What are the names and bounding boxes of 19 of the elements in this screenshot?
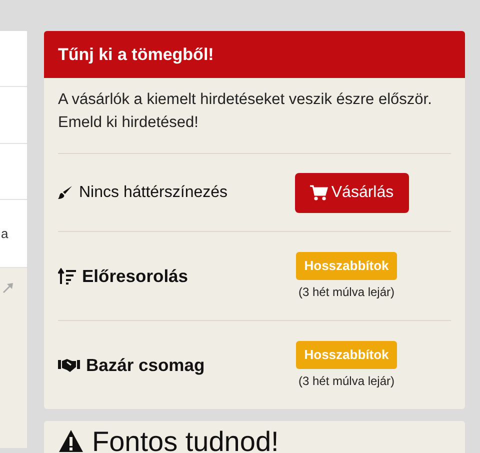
option-label: Előresorolás xyxy=(82,264,188,288)
expiry-note: (3 hét múlva lejár) xyxy=(298,372,395,390)
list-row xyxy=(0,87,27,144)
arrow-icon xyxy=(2,282,14,294)
sort-icon xyxy=(58,268,76,284)
row-text: a xyxy=(1,224,8,243)
cart-icon xyxy=(310,184,328,200)
handshake-icon xyxy=(58,358,80,372)
list-row xyxy=(0,31,27,87)
buy-button[interactable]: Vásárlás xyxy=(295,172,409,212)
card-title: Fontos tudnod! xyxy=(92,425,279,453)
brush-icon xyxy=(58,185,73,200)
option-label: Bazár csomag xyxy=(86,354,205,377)
card-title: Tűnj ki a tömegből! xyxy=(58,44,214,66)
option-label: Nincs háttérszínezés xyxy=(79,182,228,202)
extend-button[interactable]: Hosszabbítok xyxy=(296,340,397,368)
expiry-note: (3 hét múlva lejár) xyxy=(298,284,395,300)
extend-button[interactable]: Hosszabbítok xyxy=(296,252,397,280)
card-description: A vásárlók a kiemelt hirdetéseket veszik észre először. Emeld ki hirdetésed! xyxy=(58,90,433,133)
